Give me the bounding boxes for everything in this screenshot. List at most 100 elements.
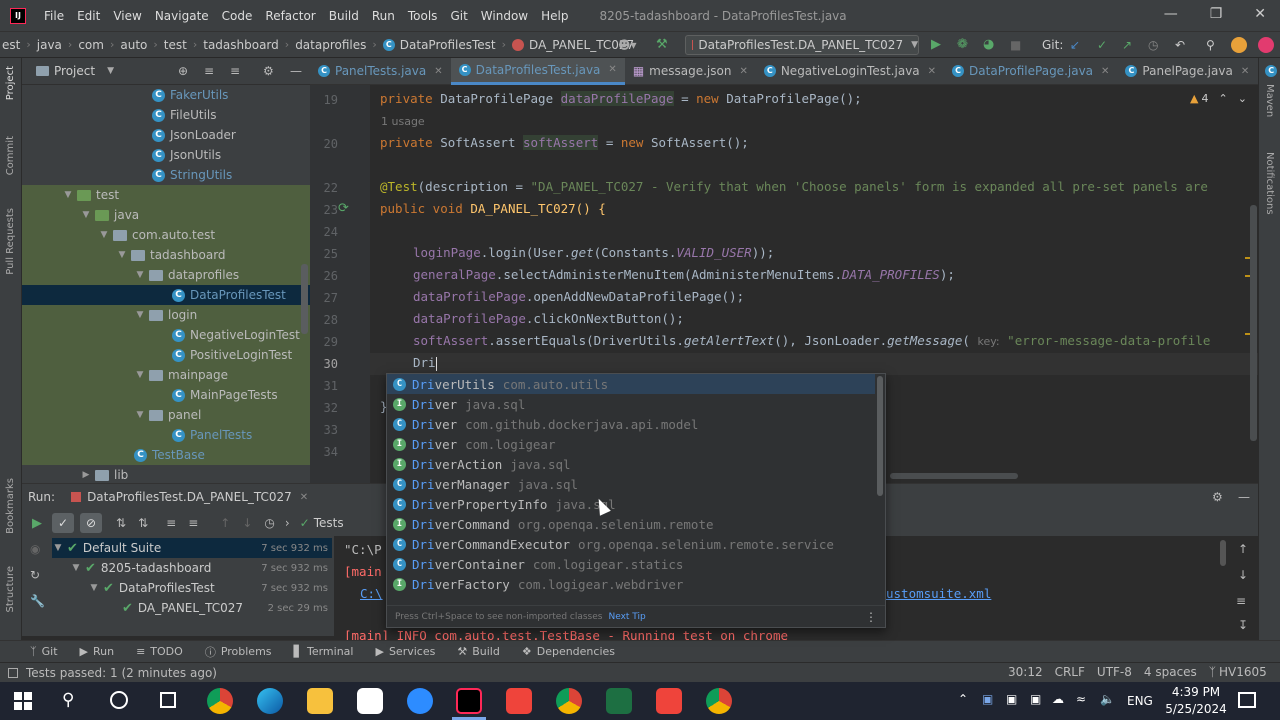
scroll-to-end-icon[interactable]: ↧ bbox=[1238, 618, 1248, 632]
chevron-right-icon[interactable]: ▶ bbox=[80, 470, 92, 480]
run-test-icon[interactable]: ⟳ bbox=[338, 201, 349, 216]
commit-tool-label[interactable]: Commit bbox=[5, 136, 16, 175]
tab-data-profiles-test[interactable]: C DataProfilesTest.java ✕ bbox=[450, 57, 625, 85]
horizontal-scrollbar[interactable] bbox=[890, 473, 1018, 479]
locate-icon[interactable]: ⊕ bbox=[178, 64, 188, 78]
git-push-icon[interactable]: ↗ bbox=[1122, 38, 1132, 52]
breadcrumb-item[interactable]: auto bbox=[120, 38, 147, 52]
breadcrumb-item[interactable]: test bbox=[164, 38, 187, 52]
git-update-icon[interactable]: ↙ bbox=[1070, 38, 1080, 52]
chrome-icon[interactable] bbox=[207, 688, 233, 714]
chevron-down-icon[interactable]: ▼ bbox=[62, 190, 74, 200]
tree-item[interactable]: C DataProfilesTest bbox=[22, 285, 310, 305]
debug-icon[interactable]: ❁ bbox=[957, 37, 968, 52]
breadcrumb-item[interactable]: est bbox=[2, 38, 20, 52]
chevron-down-icon[interactable]: ▼ bbox=[134, 310, 146, 320]
tray-app-icon[interactable]: ▣ bbox=[1006, 692, 1017, 706]
caret-position[interactable]: 30:12 bbox=[1008, 665, 1043, 679]
console-link[interactable]: ustomsuite.xml bbox=[886, 586, 991, 601]
tree-item[interactable]: ▼ dataprofiles bbox=[22, 265, 310, 285]
chevron-down-icon[interactable]: ▼ bbox=[134, 370, 146, 380]
tree-item[interactable]: C JsonUtils bbox=[152, 145, 221, 165]
project-scrollbar[interactable] bbox=[301, 264, 308, 334]
tab-panel-page[interactable]: C PanelPage.java ✕ bbox=[1117, 58, 1257, 85]
task-view-icon[interactable] bbox=[160, 692, 176, 708]
gear-icon[interactable]: ⚙ bbox=[263, 64, 274, 78]
tree-item[interactable]: C PanelTests bbox=[22, 425, 310, 445]
run-config-tab[interactable]: DataProfilesTest.DA_PANEL_TC027 bbox=[87, 490, 292, 504]
maven-tool-label[interactable]: Maven bbox=[1264, 84, 1275, 117]
tool-tab-terminal[interactable]: ▋ Terminal bbox=[294, 645, 354, 658]
edge-icon[interactable] bbox=[257, 688, 283, 714]
menu-navigate[interactable]: Navigate bbox=[155, 9, 209, 23]
chevron-down-icon[interactable]: ▼ bbox=[107, 66, 114, 76]
menu-git[interactable]: Git bbox=[450, 9, 467, 23]
close-icon[interactable]: ✕ bbox=[1101, 66, 1109, 77]
tree-item[interactable]: ▼ tadashboard bbox=[22, 245, 310, 265]
rollback-icon[interactable]: ↶ bbox=[1175, 38, 1185, 52]
menu-build[interactable]: Build bbox=[329, 9, 359, 23]
tool-tab-todo[interactable]: ≡ TODO bbox=[136, 645, 183, 658]
tree-item[interactable]: ▼ login bbox=[22, 305, 310, 325]
tool-tab-run[interactable]: ▶ Run bbox=[80, 645, 115, 658]
git-commit-icon[interactable]: ✓ bbox=[1097, 38, 1107, 52]
tree-item[interactable]: ▼ com.auto.test bbox=[22, 225, 310, 245]
menu-file[interactable]: File bbox=[44, 9, 64, 23]
sort-alpha-icon[interactable]: ⇅ bbox=[116, 516, 126, 530]
console-scrollbar[interactable] bbox=[1220, 540, 1226, 566]
anydesk-icon[interactable] bbox=[656, 688, 682, 714]
gear-icon[interactable]: ⚙ bbox=[1212, 490, 1223, 504]
tree-item[interactable]: ▼ java bbox=[22, 205, 310, 225]
zoom-icon[interactable] bbox=[407, 688, 433, 714]
menu-window[interactable]: Window bbox=[481, 9, 528, 23]
chevron-right-icon[interactable]: › bbox=[285, 516, 290, 530]
breadcrumb-item[interactable]: dataprofiles bbox=[295, 38, 366, 52]
wifi-icon[interactable]: ≈ bbox=[1076, 692, 1086, 706]
tree-item[interactable]: C StringUtils bbox=[152, 165, 232, 185]
project-tool-label[interactable]: Project bbox=[5, 66, 16, 100]
chevron-up-icon[interactable]: ⌃ bbox=[1218, 92, 1227, 105]
test-node[interactable]: ▼ ✔ DataProfilesTest 7 sec 932 ms bbox=[88, 578, 332, 598]
chevron-down-icon[interactable]: ▼ bbox=[98, 230, 110, 240]
completion-item[interactable]: C Driver com.github.dockerjava.api.model bbox=[387, 414, 875, 434]
tool-tab-dependencies[interactable]: ❖ Dependencies bbox=[522, 645, 615, 658]
hammer-icon[interactable]: ⚒ bbox=[656, 37, 668, 52]
tool-tab-services[interactable]: ▶ Services bbox=[375, 645, 435, 658]
stop-icon[interactable]: ■ bbox=[1010, 38, 1021, 52]
completion-item[interactable]: I DriverFactory com.logigear.webdriver bbox=[387, 574, 875, 594]
completion-item[interactable]: C DriverUtils com.auto.utils bbox=[387, 374, 875, 394]
completion-item[interactable]: I DriverCommand org.openqa.selenium.remote bbox=[387, 514, 875, 534]
history-icon[interactable]: ◷ bbox=[1148, 38, 1158, 52]
completion-item[interactable]: C DriverPropertyInfo java.sql bbox=[387, 494, 875, 514]
breadcrumb-item[interactable]: tadashboard bbox=[203, 38, 279, 52]
soft-wrap-icon[interactable]: ≡ bbox=[1236, 594, 1246, 608]
prev-failed-icon[interactable]: ↑ bbox=[220, 516, 230, 530]
close-icon[interactable]: ✕ bbox=[928, 66, 936, 77]
minimize-icon[interactable]: — bbox=[1164, 6, 1178, 22]
close-icon[interactable]: ✕ bbox=[300, 492, 308, 503]
tab-data-profile-page[interactable]: C DataProfilePage.java ✕ bbox=[944, 58, 1117, 85]
tree-item[interactable]: C MainPageTests bbox=[22, 385, 310, 405]
menu-run[interactable]: Run bbox=[372, 9, 395, 23]
test-node[interactable]: ✔ DA_PANEL_TC027 2 sec 29 ms bbox=[122, 598, 332, 618]
tray-app-icon[interactable]: ▣ bbox=[982, 692, 993, 706]
tree-item[interactable]: ▼ test bbox=[22, 185, 310, 205]
tree-item[interactable]: C FileUtils bbox=[152, 105, 217, 125]
volume-icon[interactable]: 🔈 bbox=[1100, 692, 1115, 706]
restore-icon[interactable]: ❐ bbox=[1210, 6, 1223, 22]
show-passed-icon[interactable]: ✓ bbox=[52, 513, 74, 533]
warning-indicator[interactable]: ▲ 4 ⌃ ⌄ bbox=[1190, 92, 1247, 105]
completion-item[interactable]: C DriverContainer com.logigear.statics bbox=[387, 554, 875, 574]
tree-item[interactable]: C JsonLoader bbox=[152, 125, 236, 145]
breadcrumb-item[interactable]: DataProfilesTest bbox=[400, 38, 496, 52]
scroll-down-icon[interactable]: ↓ bbox=[1238, 568, 1248, 582]
menu-code[interactable]: Code bbox=[222, 9, 253, 23]
rerun-icon[interactable]: ▶ bbox=[32, 516, 42, 531]
chevron-down-icon[interactable]: ▼ bbox=[134, 270, 146, 280]
collapse-all-icon[interactable]: ≡ bbox=[188, 516, 198, 530]
close-icon[interactable]: ✕ bbox=[1254, 6, 1266, 22]
windows-start-icon[interactable] bbox=[14, 692, 32, 710]
search-icon[interactable]: ⚲ bbox=[1206, 38, 1215, 52]
next-tip-link[interactable]: Next Tip bbox=[608, 612, 645, 622]
update-icon[interactable] bbox=[1231, 36, 1247, 53]
